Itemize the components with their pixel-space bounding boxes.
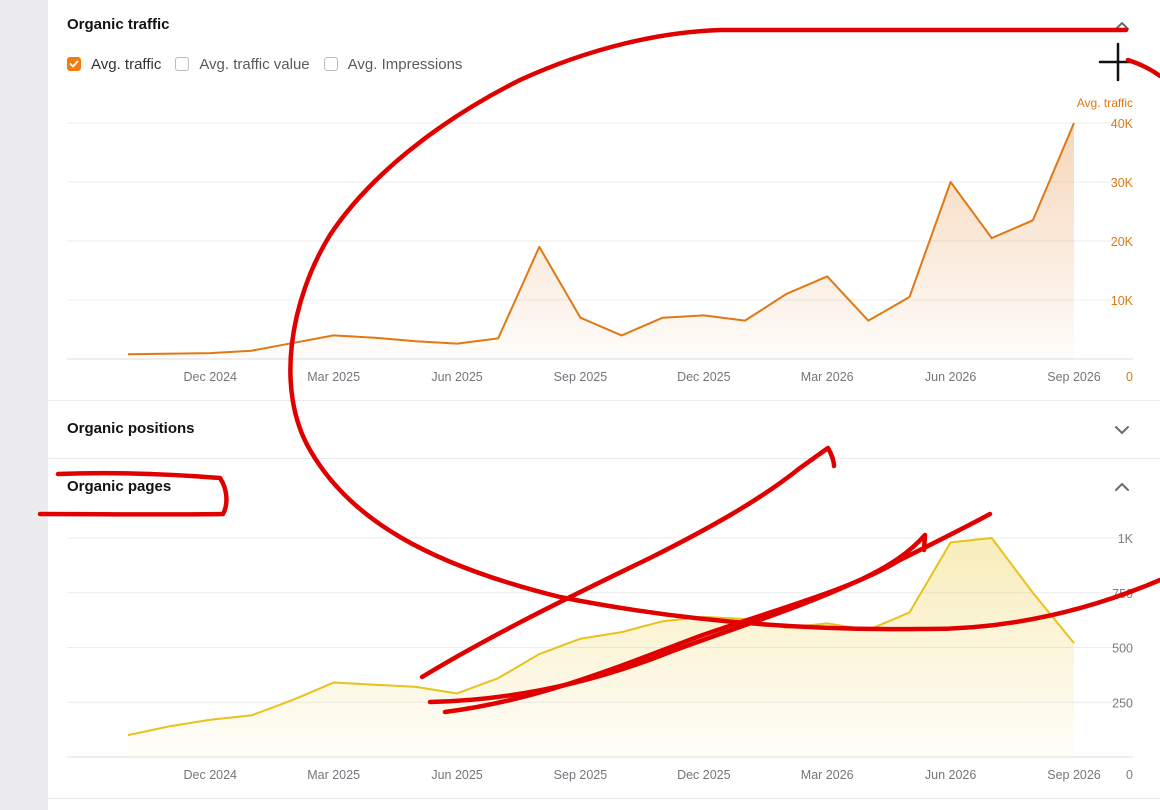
x-tick-label: Dec 2024 bbox=[184, 768, 238, 782]
legend-avg-traffic-label: Avg. traffic bbox=[91, 55, 162, 73]
x-tick-label: Sep 2025 bbox=[554, 370, 608, 384]
y-tick-label: 10K bbox=[1111, 294, 1134, 308]
y-tick-label: 40K bbox=[1111, 117, 1134, 131]
x-tick-label: Jun 2025 bbox=[431, 768, 482, 782]
x-tick-label: Mar 2025 bbox=[307, 768, 360, 782]
y-tick-label: 750 bbox=[1112, 587, 1133, 601]
y-tick-label: 0 bbox=[1126, 768, 1133, 782]
crosshair-cursor-icon bbox=[1097, 41, 1139, 83]
y-axis-label: Avg. traffic bbox=[1077, 96, 1133, 110]
organic-positions-title: Organic positions bbox=[67, 420, 195, 437]
x-tick-label: Mar 2026 bbox=[801, 768, 854, 782]
organic-traffic-chart: 0 10K 20K 30K 40K Avg. traffic Dec 2024 Mar 202… bbox=[67, 96, 1134, 384]
legend-avg-impressions-label: Avg. Impressions bbox=[347, 55, 463, 73]
checkbox-unchecked-icon[interactable] bbox=[175, 57, 190, 71]
x-tick-label: Dec 2025 bbox=[677, 768, 731, 782]
x-tick-label: Mar 2025 bbox=[307, 370, 360, 384]
report-panel: Organic traffic Avg. traffic Avg. traffi… bbox=[48, 0, 1160, 810]
y-tick-label: 250 bbox=[1112, 696, 1133, 710]
organic-pages-chart: 0 250 500 750 1K Dec 2024 Mar 2025 Jun 2025 Sep … bbox=[67, 532, 1134, 782]
legend-avg-traffic-value[interactable]: Avg. traffic value bbox=[175, 55, 310, 73]
x-tick-label: Jun 2025 bbox=[431, 370, 482, 384]
x-tick-label: Dec 2025 bbox=[677, 370, 731, 384]
traffic-legend: Avg. traffic Avg. traffic value Avg. Imp… bbox=[67, 54, 476, 74]
y-tick-label: 0 bbox=[1126, 370, 1133, 384]
section-divider bbox=[48, 458, 1160, 459]
section-divider bbox=[48, 798, 1160, 799]
section-divider bbox=[48, 400, 1160, 401]
legend-avg-traffic-value-label: Avg. traffic value bbox=[199, 55, 310, 73]
chevron-down-icon[interactable] bbox=[1111, 419, 1133, 441]
chevron-up-icon[interactable] bbox=[1111, 15, 1133, 37]
y-tick-label: 30K bbox=[1111, 176, 1134, 190]
x-tick-label: Jun 2026 bbox=[925, 370, 976, 384]
y-tick-label: 500 bbox=[1112, 642, 1133, 656]
organic-traffic-title: Organic traffic bbox=[67, 16, 170, 33]
legend-avg-impressions[interactable]: Avg. Impressions bbox=[323, 55, 463, 73]
x-tick-label: Sep 2025 bbox=[554, 768, 608, 782]
x-tick-label: Mar 2026 bbox=[801, 370, 854, 384]
y-tick-label: 1K bbox=[1118, 532, 1134, 546]
organic-pages-title: Organic pages bbox=[67, 478, 172, 495]
checkbox-checked-icon[interactable] bbox=[67, 57, 81, 71]
x-tick-label: Dec 2024 bbox=[184, 370, 238, 384]
x-tick-label: Sep 2026 bbox=[1047, 370, 1101, 384]
legend-avg-traffic[interactable]: Avg. traffic bbox=[67, 56, 161, 73]
x-tick-label: Jun 2026 bbox=[925, 768, 976, 782]
checkbox-unchecked-icon[interactable] bbox=[323, 57, 338, 71]
y-tick-label: 20K bbox=[1111, 235, 1134, 249]
x-tick-label: Sep 2026 bbox=[1047, 768, 1101, 782]
chevron-up-icon[interactable] bbox=[1111, 476, 1133, 498]
